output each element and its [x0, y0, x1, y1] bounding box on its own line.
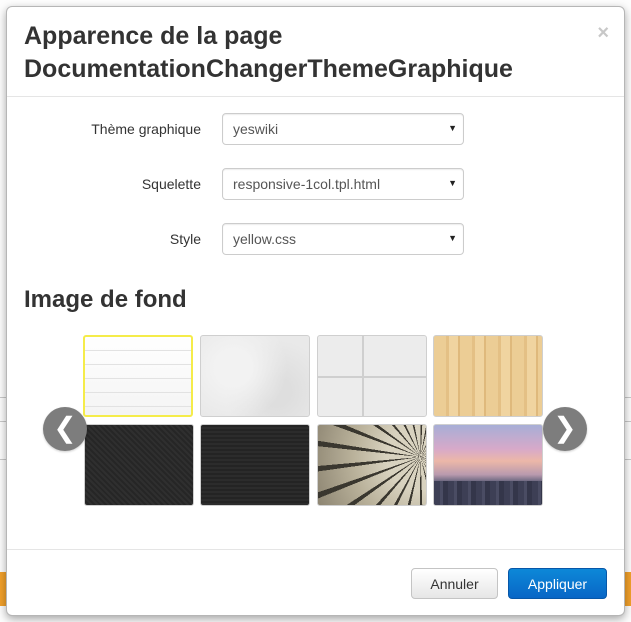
- background-thumbnail-city-sunset[interactable]: [433, 424, 543, 506]
- skeleton-select[interactable]: responsive-1col.tpl.html ▼: [222, 168, 464, 200]
- modal-title: Apparence de la page DocumentationChange…: [24, 22, 513, 83]
- theme-label: Thème graphique: [91, 121, 201, 137]
- theme-select-value: yeswiki: [233, 121, 279, 137]
- style-row: Style yellow.css ▼: [7, 223, 624, 255]
- cancel-button[interactable]: Annuler: [411, 568, 498, 599]
- skeleton-row: Squelette responsive-1col.tpl.html ▼: [7, 168, 624, 200]
- background-image-title: Image de fond: [24, 286, 187, 313]
- style-label: Style: [169, 231, 201, 247]
- style-select-value: yellow.css: [233, 231, 297, 247]
- skeleton-label: Squelette: [141, 176, 201, 192]
- close-icon[interactable]: ×: [597, 23, 609, 43]
- theme-appearance-modal: Apparence de la page DocumentationChange…: [6, 6, 625, 616]
- chevron-down-icon: ▼: [448, 123, 457, 133]
- chevron-down-icon: ▼: [448, 233, 457, 243]
- modal-footer: Annuler Appliquer: [7, 549, 624, 615]
- background-thumbnail-light-tiles[interactable]: [317, 335, 427, 417]
- background-thumbnail-grey-paper[interactable]: [200, 335, 310, 417]
- background-thumbnail-ferris-wheel[interactable]: [317, 424, 427, 506]
- chevron-down-icon: ▼: [448, 178, 457, 188]
- background-thumbnail-dark[interactable]: [200, 424, 310, 506]
- carousel-prev-icon[interactable]: ❮: [43, 407, 87, 451]
- skeleton-select-value: responsive-1col.tpl.html: [233, 176, 381, 192]
- theme-select[interactable]: yeswiki ▼: [222, 113, 464, 145]
- background-thumbnail-dark-fabric[interactable]: [84, 424, 194, 506]
- background-thumbnail-light-wood[interactable]: [433, 335, 543, 417]
- apply-button[interactable]: Appliquer: [508, 568, 607, 599]
- modal-header: Apparence de la page DocumentationChange…: [7, 7, 624, 97]
- background-thumbnail-white-wood[interactable]: [83, 335, 193, 417]
- theme-row: Thème graphique yeswiki ▼: [7, 113, 624, 145]
- style-select[interactable]: yellow.css ▼: [222, 223, 464, 255]
- carousel-next-icon[interactable]: ❯: [543, 407, 587, 451]
